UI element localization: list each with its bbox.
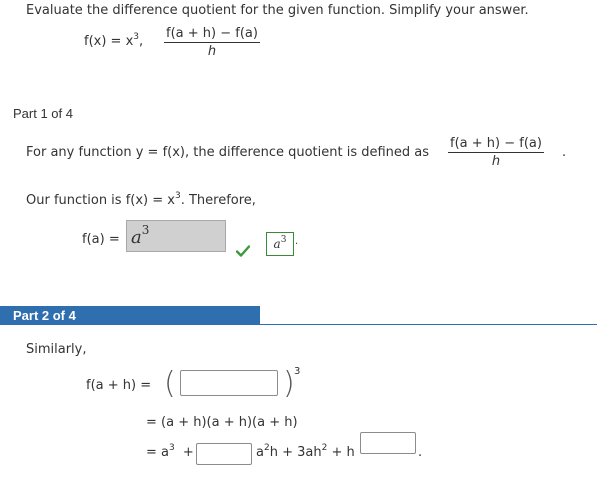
fa-answer-input[interactable]: a3 [126, 220, 226, 252]
fah-base-input[interactable] [180, 370, 278, 396]
part1-definition-text: For any function y = f(x), the differenc… [26, 145, 430, 160]
checkmark-icon [236, 245, 250, 257]
left-paren-icon: ( [164, 366, 176, 401]
quotient-denominator: h [207, 44, 217, 59]
fah-label: f(a + h) = [86, 378, 152, 393]
final-line-middle: a2h + 3ah2 + h [256, 443, 355, 461]
a2h-coefficient-input[interactable] [196, 443, 252, 465]
part2-similarly: Similarly, [26, 342, 87, 357]
question-function: f(x) = x3, [84, 33, 144, 50]
our-function-text: Our function is f(x) = x [26, 193, 175, 208]
part2-label: Part 2 of 4 [13, 308, 76, 323]
quotient-numerator: f(a + h) − f(a) [164, 26, 260, 43]
fa-answer-value: a3 [131, 223, 150, 248]
part1-label: Part 1 of 4 [13, 106, 73, 121]
our-function-end: . Therefore, [180, 193, 256, 208]
question-quotient: f(a + h) − f(a) h [164, 26, 260, 59]
outer-exponent: 3 [294, 366, 301, 377]
question-instruction: Evaluate the difference quotient for the… [26, 3, 529, 18]
h-exponent-input[interactable] [360, 432, 416, 454]
definition-numerator: f(a + h) − f(a) [448, 136, 544, 153]
part2-divider [260, 324, 597, 325]
part1-our-function: Our function is f(x) = x3. Therefore, [26, 192, 256, 209]
part1-definition-quotient: f(a + h) − f(a) h [448, 136, 544, 169]
function-lhs: f(x) = x [84, 34, 134, 49]
definition-denominator: h [491, 154, 501, 169]
definition-period: . [562, 145, 567, 160]
part2-header: Part 2 of 4 [0, 306, 260, 325]
function-separator: , [139, 34, 144, 49]
right-paren-icon: ) [283, 366, 295, 401]
final-line-period: . [418, 445, 423, 460]
correct-answer-period: . [295, 236, 299, 247]
expansion-line: = (a + h)(a + h)(a + h) [146, 415, 298, 430]
fa-label: f(a) = [82, 232, 120, 247]
correct-answer-box: a3 [266, 232, 294, 256]
final-line-start: = a3 + [146, 443, 194, 461]
